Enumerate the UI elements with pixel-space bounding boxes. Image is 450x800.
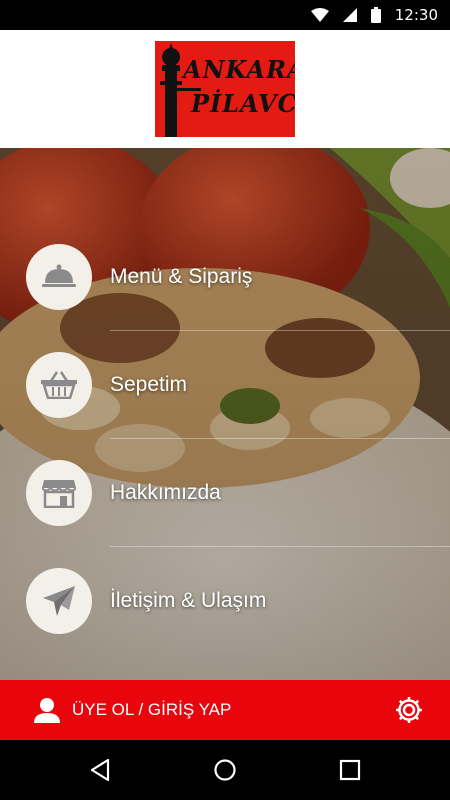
menu-item-icon-circle xyxy=(26,244,92,310)
menu-item-about[interactable]: Hakkımızda xyxy=(0,439,450,547)
user-icon xyxy=(34,698,60,723)
gear-icon[interactable] xyxy=(394,695,424,725)
menu-item-menu-order[interactable]: Menü & Sipariş xyxy=(0,223,450,331)
signal-icon xyxy=(342,8,357,22)
paper-plane-icon xyxy=(43,586,75,616)
logo-text-line2: PİLAVCISI xyxy=(191,89,295,118)
footer-bar: ÜYE OL / GİRİŞ YAP xyxy=(0,680,450,740)
status-bar: 12:30 xyxy=(0,0,450,30)
menu-item-label: İletişim & Ulaşım xyxy=(110,589,267,612)
menu-item-label: Sepetim xyxy=(110,373,188,396)
cloche-icon xyxy=(42,264,76,287)
hero-background: Menü & Sipariş Sepetim Hakkımızda İletiş… xyxy=(0,148,450,680)
brand-logo: ANKARA PİLAVCISI xyxy=(155,41,295,137)
wifi-icon xyxy=(310,8,329,22)
back-icon[interactable] xyxy=(88,758,112,782)
login-register-button[interactable]: ÜYE OL / GİRİŞ YAP xyxy=(34,680,231,740)
status-time: 12:30 xyxy=(394,6,438,24)
menu-item-label: Hakkımızda xyxy=(110,481,221,504)
logo-text-line1: ANKARA xyxy=(183,55,295,84)
battery-icon xyxy=(370,7,381,23)
menu-item-contact[interactable]: İletişim & Ulaşım xyxy=(0,547,450,655)
login-register-label: ÜYE OL / GİRİŞ YAP xyxy=(72,700,232,719)
menu-item-icon-circle xyxy=(26,460,92,526)
storefront-icon xyxy=(42,480,76,508)
menu-item-icon-circle xyxy=(26,352,92,418)
menu-item-cart[interactable]: Sepetim xyxy=(0,331,450,439)
system-nav-bar xyxy=(0,740,450,800)
app-header: ANKARA PİLAVCISI xyxy=(0,30,450,148)
recents-icon[interactable] xyxy=(338,758,362,782)
menu-item-icon-circle xyxy=(26,568,92,634)
home-icon[interactable] xyxy=(213,758,237,782)
menu-item-label: Menü & Sipariş xyxy=(110,265,253,288)
basket-icon xyxy=(41,371,77,399)
